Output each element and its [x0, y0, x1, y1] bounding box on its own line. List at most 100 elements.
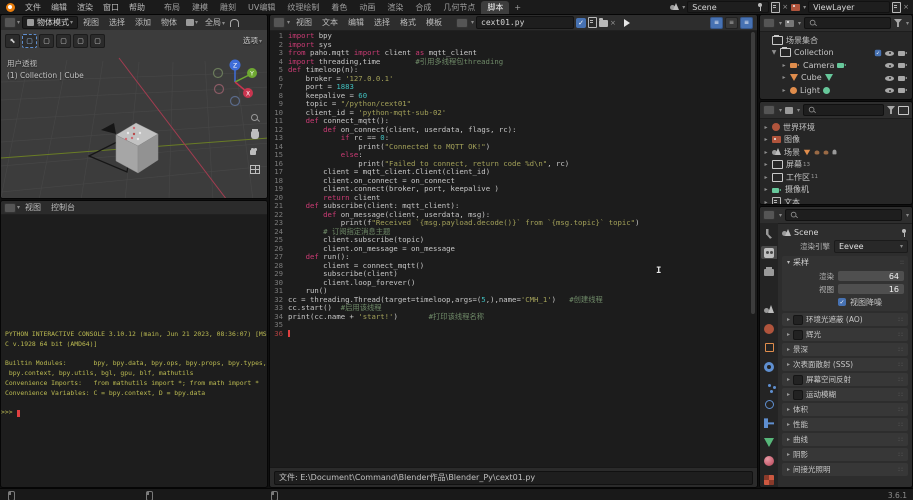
panel-次表面散射 (SSS)[interactable]: ▸次表面散射 (SSS):: [782, 358, 908, 371]
text-name-field[interactable]: cext01.py [476, 16, 574, 29]
panel-性能[interactable]: ▸性能:: [782, 418, 908, 431]
panel-体积[interactable]: ▸体积:: [782, 403, 908, 416]
texteditor-menu-文本[interactable]: 文本 [317, 17, 343, 28]
panel-grip[interactable]: :: [898, 376, 904, 383]
zoom-icon[interactable] [251, 114, 259, 122]
sampling-render-value[interactable]: 64 [838, 271, 904, 281]
unlink-scene-icon[interactable]: × [782, 3, 788, 11]
eye-icon[interactable] [885, 61, 895, 69]
properties-options-arrow[interactable]: ▾ [906, 212, 909, 219]
expand-arrow[interactable]: ▸ [763, 161, 769, 168]
denoise-checkbox[interactable]: ✓ [838, 298, 846, 306]
viewport-menu-视图[interactable]: 视图 [78, 17, 104, 28]
panel-grip[interactable]: :: [898, 346, 904, 353]
panel-expand-arrow[interactable]: ▸ [787, 436, 790, 443]
outliner-row-collection[interactable]: ▼Collection✓ [763, 47, 910, 60]
filter-icon[interactable] [887, 106, 895, 114]
panel-grip[interactable]: :: [898, 466, 904, 473]
filter-icon[interactable] [894, 19, 902, 27]
tool-select-box-icon[interactable]: ▢ [22, 34, 37, 48]
scene-browse-icon[interactable] [670, 3, 679, 11]
workspace-tab-布局[interactable]: 布局 [158, 1, 186, 14]
blendfile-row[interactable]: ▸工作区11 [763, 171, 910, 184]
panel-grip[interactable]: :: [898, 406, 904, 413]
texteditor-menu-选择[interactable]: 选择 [369, 17, 395, 28]
new-viewlayer-icon[interactable] [892, 2, 901, 13]
eye-icon[interactable] [885, 49, 895, 57]
expand-arrow[interactable]: ▸ [781, 62, 787, 69]
pin-scene-icon[interactable] [756, 3, 764, 11]
editor-type-icon[interactable] [273, 17, 285, 28]
console-menu-视图[interactable]: 视图 [20, 202, 46, 213]
camera-icon[interactable] [898, 86, 908, 94]
menu-渲染[interactable]: 渲染 [72, 2, 98, 13]
panel-expand-arrow[interactable]: ▸ [787, 421, 790, 428]
panel-grip[interactable]: :: [900, 259, 904, 266]
text-browse-icon[interactable] [456, 18, 468, 28]
camera-icon[interactable] [898, 61, 908, 69]
open-text-icon[interactable] [599, 20, 608, 27]
editor-type-icon[interactable] [4, 203, 16, 213]
viewlayer-dropdown-arrow[interactable]: ▾ [803, 4, 806, 11]
menu-编辑[interactable]: 编辑 [46, 2, 72, 13]
panel-expand-arrow[interactable]: ▸ [787, 346, 790, 353]
panel-曲线[interactable]: ▸曲线:: [782, 433, 908, 446]
eye-icon[interactable] [885, 74, 895, 82]
panel-expand-arrow[interactable]: ▸ [787, 361, 790, 368]
workspace-tab-UV编辑[interactable]: UV编辑 [242, 1, 281, 14]
expand-arrow[interactable]: ▸ [763, 136, 769, 143]
camera-view-icon[interactable] [250, 148, 260, 156]
editor-type-icon[interactable] [763, 210, 775, 220]
snap-magnet-icon[interactable] [230, 19, 239, 27]
expand-arrow[interactable]: ▸ [763, 149, 769, 156]
remove-viewlayer-icon[interactable]: × [903, 3, 909, 11]
workspace-tab-动画[interactable]: 动画 [353, 1, 381, 14]
expand-arrow[interactable]: ▸ [781, 87, 787, 94]
blendfile-search-input[interactable] [803, 104, 884, 116]
texteditor-menu-编辑[interactable]: 编辑 [343, 17, 369, 28]
panel-grip[interactable]: :: [898, 391, 904, 398]
new-text-icon[interactable] [588, 17, 597, 28]
panel-expand-arrow[interactable]: ▸ [787, 406, 790, 413]
code-area[interactable]: 1import bpy2import sys3from paho.mqtt im… [270, 30, 757, 467]
add-workspace-button[interactable]: + [509, 3, 526, 12]
properties-tab-constraints[interactable] [761, 417, 777, 430]
menu-帮助[interactable]: 帮助 [124, 2, 150, 13]
panel-屏幕空间反射[interactable]: ▸屏幕空间反射:: [782, 373, 908, 386]
toggle-word-wrap[interactable]: ≡ [725, 17, 738, 29]
expand-arrow[interactable]: ▸ [763, 186, 769, 193]
menu-文件[interactable]: 文件 [20, 2, 46, 13]
tool-select-circle-icon[interactable]: ▢ [39, 34, 54, 48]
scene-dropdown-arrow[interactable]: ▾ [682, 4, 685, 11]
viewport-canvas[interactable]: ⬉▢▢▢▢▢ 用户透视 (1) Collection | Cube 选项▾ Z … [1, 30, 267, 198]
panel-expand-arrow[interactable]: ▸ [787, 376, 790, 383]
panel-checkbox[interactable] [793, 390, 803, 400]
panel-grip[interactable]: :: [898, 316, 904, 323]
toggle-line-numbers[interactable]: ≡ [710, 17, 723, 29]
properties-tab-render[interactable] [761, 246, 777, 259]
camera-icon[interactable] [898, 49, 908, 57]
properties-tab-data[interactable] [761, 436, 777, 449]
register-check-icon[interactable]: ✓ [576, 18, 586, 28]
toggle-syntax-highlight[interactable]: ≡ [740, 17, 753, 29]
properties-tab-view-layer[interactable] [761, 284, 777, 297]
panel-环境光遮蔽 (AO)[interactable]: ▸环境光遮蔽 (AO):: [782, 313, 908, 326]
texteditor-menu-模板[interactable]: 模板 [421, 17, 447, 28]
mode-dropdown[interactable]: 物体模式 ▾ [22, 16, 78, 29]
workspace-tab-脚本[interactable]: 脚本 [481, 1, 509, 14]
properties-tab-physics[interactable] [761, 398, 777, 411]
expand-arrow[interactable]: ▸ [763, 174, 769, 181]
editor-type-icon[interactable] [763, 18, 775, 28]
console-menu-控制台[interactable]: 控制台 [46, 202, 80, 213]
properties-tab-scene[interactable] [761, 303, 777, 316]
expand-arrow[interactable]: ▼ [771, 49, 777, 56]
viewport-menu-物体[interactable]: 物体 [156, 17, 182, 28]
scene-name-field[interactable]: Scene [687, 1, 769, 13]
workspace-tab-几何节点[interactable]: 几何节点 [437, 1, 481, 14]
properties-tab-modifiers[interactable] [761, 360, 777, 373]
blendfile-row[interactable]: ▸屏幕13 [763, 159, 910, 172]
texteditor-menu-格式[interactable]: 格式 [395, 17, 421, 28]
editor-type-icon[interactable] [4, 17, 16, 28]
viewlayer-name-field[interactable]: ViewLayer [808, 1, 890, 13]
outliner-row-cube[interactable]: ▸Cube [763, 72, 910, 85]
